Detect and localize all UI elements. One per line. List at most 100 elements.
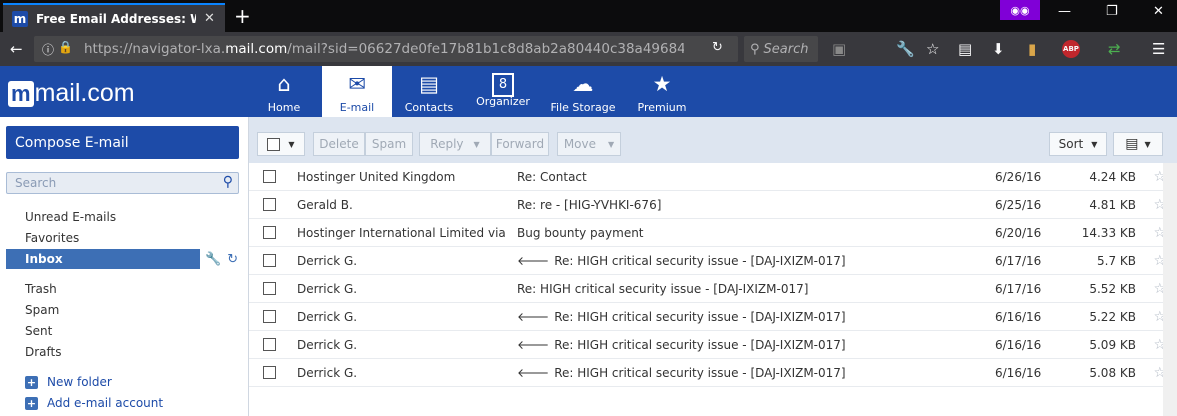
list-view-icon: ▤ bbox=[1125, 136, 1139, 152]
compose-button[interactable]: Compose E-mail bbox=[6, 126, 239, 159]
tab-label: Organizer bbox=[476, 95, 530, 108]
email-sender: Derrick G. bbox=[297, 309, 358, 324]
row-checkbox[interactable] bbox=[263, 170, 276, 183]
email-size: 5.52 KB bbox=[1089, 281, 1136, 296]
browser-search-field[interactable]: ⚲ Search bbox=[744, 36, 818, 62]
sync-arrows-icon[interactable]: ⇄ bbox=[1108, 40, 1121, 58]
email-row[interactable]: Derrick G. Re: HIGH critical security iss… bbox=[249, 275, 1177, 303]
folder-trash[interactable]: Trash bbox=[25, 282, 57, 296]
wrench-icon[interactable]: 🔧 bbox=[896, 40, 915, 58]
view-options-button[interactable]: ▤ ▼ bbox=[1113, 132, 1163, 156]
email-row[interactable]: Hostinger United Kingdom Re: Contact 6/26/… bbox=[249, 163, 1177, 191]
download-icon[interactable]: ⬇ bbox=[992, 40, 1005, 58]
email-row[interactable]: Gerald B. Re: re - [HIG-YVHKI-676] 6/25/16… bbox=[249, 191, 1177, 219]
row-checkbox[interactable] bbox=[263, 338, 276, 351]
close-tab-icon[interactable]: ✕ bbox=[204, 11, 215, 26]
plus-icon: + bbox=[25, 375, 38, 389]
row-checkbox[interactable] bbox=[263, 366, 276, 379]
add-account-link[interactable]: + Add e-mail account bbox=[25, 396, 163, 410]
browser-tab[interactable]: m Free Email Addresses: Web b ✕ bbox=[3, 3, 225, 32]
info-icon[interactable]: ⓘ bbox=[42, 41, 54, 58]
email-sender: Derrick G. bbox=[297, 365, 358, 380]
back-icon[interactable]: ← bbox=[10, 40, 23, 58]
email-date: 6/16/16 bbox=[995, 337, 1042, 352]
tab-home[interactable]: ⌂ Home bbox=[249, 66, 319, 117]
email-sender: Derrick G. bbox=[297, 337, 358, 352]
mail-header: m mail.com ⌂ Home ✉ E-mail ▤ Contacts 8 Organ… bbox=[0, 66, 1177, 117]
reader-list-icon[interactable]: ▤ bbox=[958, 40, 972, 58]
inbox-tools: 🔧 ↻ bbox=[205, 249, 238, 269]
email-subject: Re: Contact bbox=[517, 170, 587, 184]
adblock-icon[interactable]: ABP bbox=[1062, 40, 1080, 58]
folder-inbox[interactable]: Inbox bbox=[6, 249, 200, 269]
email-row[interactable]: Derrick G. 🡐 Re: HIGH critical security is… bbox=[249, 331, 1177, 359]
email-subject: Re: HIGH critical security issue - [DAJ-… bbox=[517, 282, 808, 296]
reload-icon[interactable]: ↻ bbox=[712, 40, 723, 55]
email-subject-text: Re: HIGH critical security issue - [DAJ-… bbox=[517, 281, 809, 296]
lock-icon: 🔒 bbox=[58, 40, 73, 54]
select-all-checkbox[interactable] bbox=[267, 137, 281, 151]
email-size: 5.09 KB bbox=[1089, 337, 1136, 352]
tab-premium[interactable]: ★ Premium bbox=[627, 66, 697, 117]
search-icon[interactable]: ⚲ bbox=[223, 174, 233, 190]
extension-icon[interactable]: ▮ bbox=[1028, 40, 1036, 58]
folder-spam[interactable]: Spam bbox=[25, 303, 59, 317]
email-date: 6/25/16 bbox=[995, 197, 1042, 212]
logo[interactable]: m mail.com bbox=[8, 79, 136, 108]
tab-contacts[interactable]: ▤ Contacts bbox=[394, 66, 464, 117]
reply-button[interactable]: Reply ▼ bbox=[419, 132, 491, 156]
tab-email[interactable]: ✉ E-mail bbox=[322, 66, 392, 117]
email-date: 6/17/16 bbox=[995, 253, 1042, 268]
email-row[interactable]: Derrick G. 🡐 Re: HIGH critical security is… bbox=[249, 359, 1177, 387]
maximize-icon[interactable]: ❐ bbox=[1106, 4, 1118, 19]
menu-icon[interactable]: ☰ bbox=[1152, 40, 1165, 58]
replied-arrow-icon: 🡐 bbox=[517, 254, 550, 268]
folder-sent[interactable]: Sent bbox=[25, 324, 52, 338]
close-window-icon[interactable]: ✕ bbox=[1153, 4, 1164, 19]
email-subject-text: Re: HIGH critical security issue - [DAJ-… bbox=[554, 254, 846, 268]
row-checkbox[interactable] bbox=[263, 254, 276, 267]
search-icon: ⚲ bbox=[750, 41, 760, 57]
cloud-icon: ☁ bbox=[572, 72, 594, 96]
folder-unread[interactable]: Unread E-mails bbox=[25, 210, 116, 224]
mail-search-input[interactable]: Search ⚲ bbox=[6, 172, 239, 194]
sort-button[interactable]: Sort ▼ bbox=[1049, 132, 1107, 156]
spam-button[interactable]: Spam bbox=[365, 132, 413, 156]
row-checkbox[interactable] bbox=[263, 198, 276, 211]
url-bar[interactable]: ⓘ 🔒 https://navigator-lxa.mail.com/mail?… bbox=[34, 36, 738, 62]
mail-toolbar: ▼ Delete Spam Reply ▼ Forward Move ▼ Sort ▼… bbox=[249, 117, 1177, 163]
folder-favorites[interactable]: Favorites bbox=[25, 231, 79, 245]
email-date: 6/17/16 bbox=[995, 281, 1042, 296]
email-row[interactable]: Derrick G. 🡐 Re: HIGH critical security is… bbox=[249, 303, 1177, 331]
scrollbar[interactable] bbox=[1163, 163, 1177, 416]
delete-button[interactable]: Delete bbox=[313, 132, 365, 156]
minimize-icon[interactable]: — bbox=[1058, 4, 1071, 19]
select-all-dropdown[interactable]: ▼ bbox=[257, 132, 305, 156]
replied-arrow-icon: 🡐 bbox=[517, 310, 550, 324]
tab-label: Home bbox=[267, 101, 301, 114]
wrench-icon[interactable]: 🔧 bbox=[205, 252, 221, 267]
email-row[interactable]: Hostinger International Limited via ... B… bbox=[249, 219, 1177, 247]
tab-organizer[interactable]: 8 Organizer bbox=[468, 66, 538, 117]
row-checkbox[interactable] bbox=[263, 226, 276, 239]
row-checkbox[interactable] bbox=[263, 282, 276, 295]
email-sender: Derrick G. bbox=[297, 281, 358, 296]
screenshot-icon[interactable]: ▣ bbox=[832, 40, 846, 58]
email-row[interactable]: Derrick G. 🡐 Re: HIGH critical security is… bbox=[249, 247, 1177, 275]
email-subject-text: Re: HIGH critical security issue - [DAJ-… bbox=[554, 338, 846, 352]
tab-file-storage[interactable]: ☁ File Storage bbox=[546, 66, 620, 117]
chevron-down-icon: ▼ bbox=[1091, 139, 1098, 149]
email-size: 4.81 KB bbox=[1089, 197, 1136, 212]
refresh-icon[interactable]: ↻ bbox=[227, 252, 238, 267]
row-checkbox[interactable] bbox=[263, 310, 276, 323]
new-folder-link[interactable]: + New folder bbox=[25, 375, 112, 389]
bookmark-star-icon[interactable]: ☆ bbox=[926, 40, 939, 58]
private-browsing-icon: ◉◉ bbox=[1000, 0, 1040, 20]
new-tab-icon[interactable]: + bbox=[234, 4, 251, 28]
email-subject-text: Re: HIGH critical security issue - [DAJ-… bbox=[554, 366, 846, 380]
forward-button[interactable]: Forward bbox=[491, 132, 549, 156]
email-sender: Hostinger United Kingdom bbox=[297, 169, 456, 184]
folder-drafts[interactable]: Drafts bbox=[25, 345, 62, 359]
move-button[interactable]: Move ▼ bbox=[557, 132, 621, 156]
email-sender: Derrick G. bbox=[297, 253, 358, 268]
